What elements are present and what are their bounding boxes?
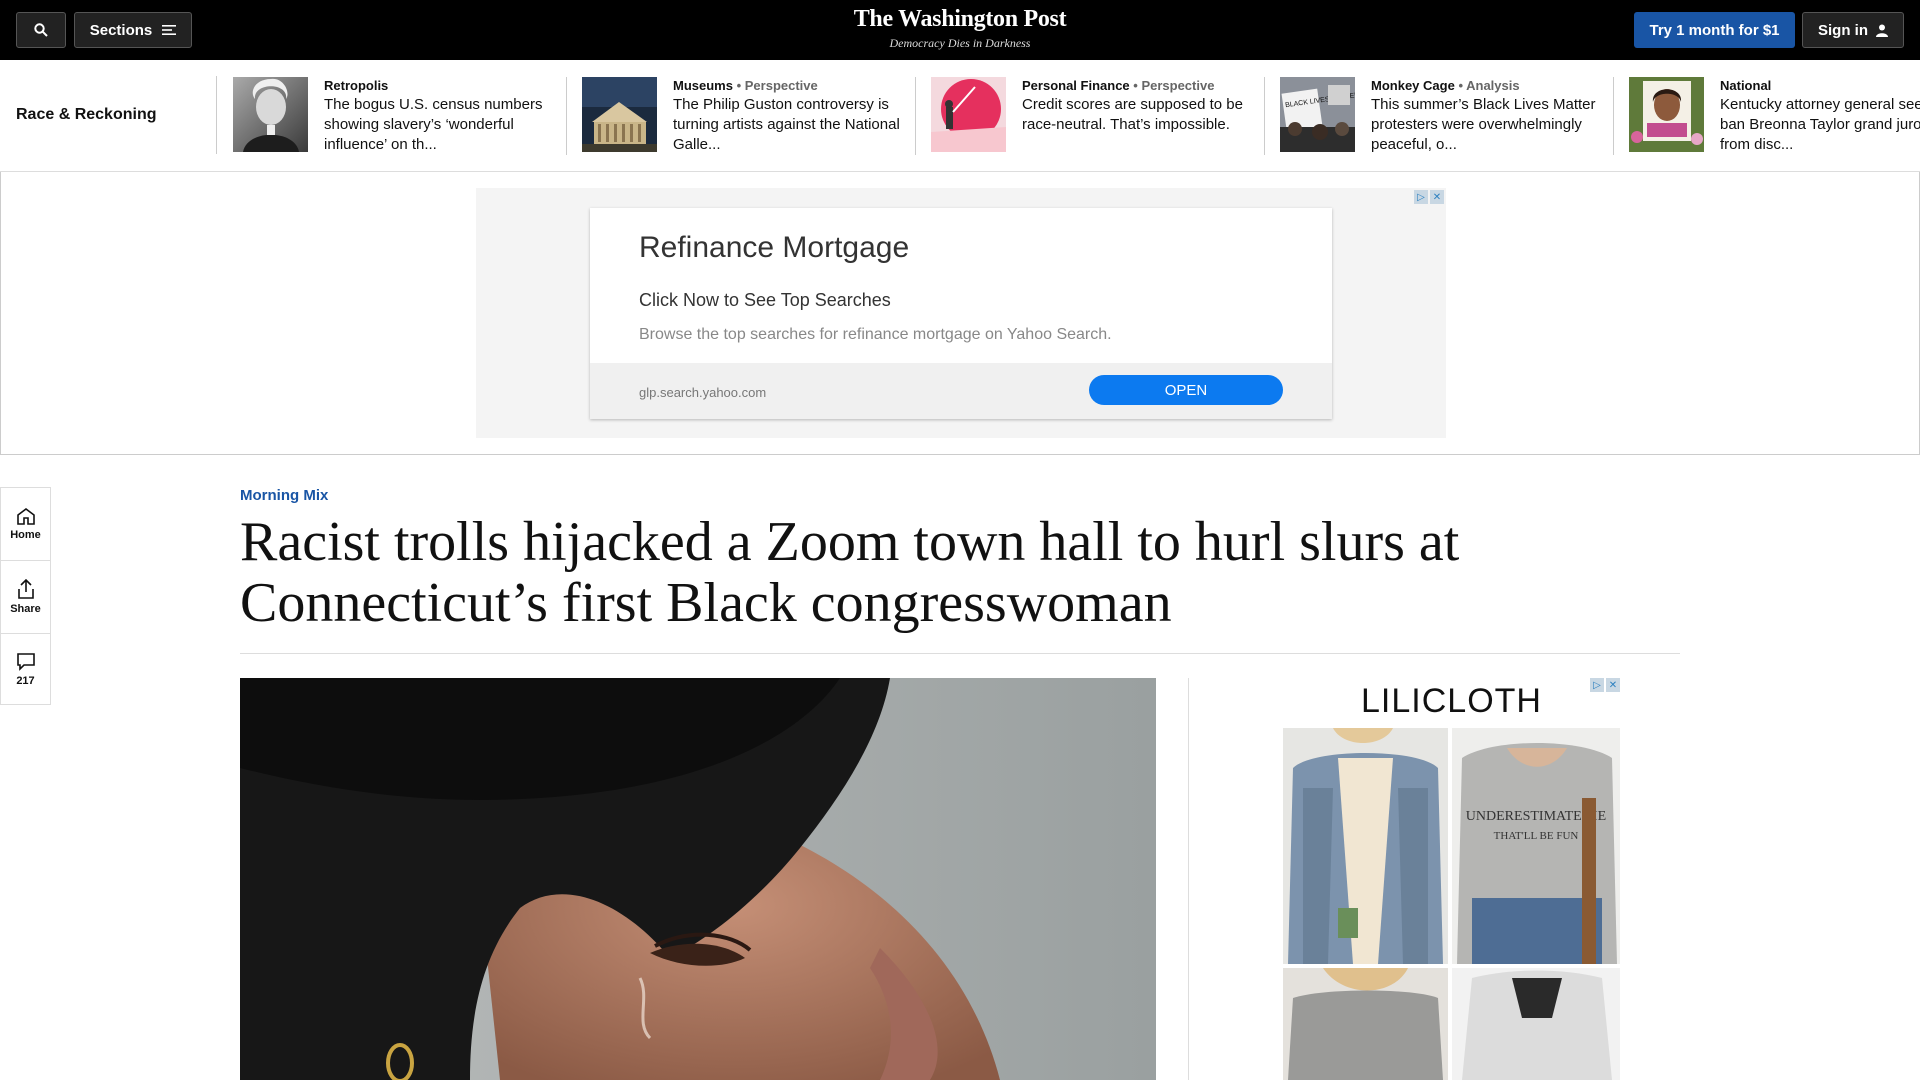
carousel-card[interactable]: BLACK LIVES MATTER Monkey Cage • Analysi…: [1264, 77, 1629, 155]
carousel-card[interactable]: Personal Finance • Perspective Credit sc…: [915, 77, 1280, 155]
top-nav-bar: Sections The Washington Post Democracy D…: [0, 0, 1920, 60]
share-label: Share: [10, 603, 41, 615]
card-headline[interactable]: Credit scores are supposed to be race-ne…: [1022, 95, 1252, 135]
card-thumbnail[interactable]: [582, 77, 657, 152]
card-thumbnail[interactable]: BLACK LIVES MATTER: [1280, 77, 1355, 152]
divider: [1613, 77, 1614, 155]
ad-description: Browse the top searches for refinance mo…: [639, 326, 1112, 343]
carousel-label[interactable]: Race & Reckoning: [16, 106, 156, 124]
divider: [1188, 678, 1189, 1080]
masthead-tagline: Democracy Dies in Darkness: [889, 36, 1031, 50]
card-thumbnail[interactable]: [1629, 77, 1704, 152]
hamburger-icon: [162, 25, 177, 35]
card-headline[interactable]: Kentucky attorney general seeks to ban B…: [1720, 95, 1920, 155]
race-reckoning-carousel: Race & Reckoning Retropolis The bogus U.…: [0, 60, 1920, 172]
adchoices[interactable]: ▷ ✕: [1590, 678, 1620, 692]
ad-footer: glp.search.yahoo.com OPEN: [590, 363, 1332, 419]
divider: [216, 76, 217, 154]
card-headline[interactable]: The Philip Guston controversy is turning…: [673, 95, 903, 155]
ad-title[interactable]: Refinance Mortgage: [639, 231, 909, 265]
sign-in-button[interactable]: Sign in: [1802, 12, 1904, 48]
comment-count: 217: [16, 675, 35, 687]
ad-open-button[interactable]: OPEN: [1089, 375, 1283, 405]
ad-brand-logo[interactable]: LILICLOTH: [1283, 682, 1620, 721]
card-thumbnail[interactable]: [233, 77, 308, 152]
share-button[interactable]: Share: [1, 561, 50, 633]
divider: [1264, 77, 1265, 155]
article-headline: Racist trolls hijacked a Zoom town hall …: [240, 511, 1460, 634]
close-icon[interactable]: ✕: [1430, 190, 1444, 204]
card-kicker: Museums • Perspective: [673, 78, 818, 93]
hero-image: [240, 678, 1156, 1080]
home-icon: [16, 508, 35, 525]
carousel-card[interactable]: National Kentucky attorney general seeks…: [1613, 77, 1920, 155]
card-kicker: National: [1720, 78, 1772, 93]
ad-product-image[interactable]: [1452, 968, 1620, 1080]
ad-banner[interactable]: ▷ ✕ Refinance Mortgage Click Now to See …: [476, 188, 1446, 438]
comment-icon: [16, 653, 35, 671]
ad-product-image[interactable]: UNDERESTIMATE ME THAT'LL BE FUN: [1452, 728, 1620, 964]
sections-button[interactable]: Sections: [74, 12, 192, 48]
card-kicker: Monkey Cage • Analysis: [1371, 78, 1520, 93]
card-headline[interactable]: The bogus U.S. census numbers showing sl…: [324, 95, 554, 155]
close-icon[interactable]: ✕: [1606, 678, 1620, 692]
carousel-card[interactable]: Retropolis The bogus U.S. census numbers…: [233, 77, 582, 155]
subscribe-button[interactable]: Try 1 month for $1: [1634, 12, 1795, 48]
shirt-text-2: THAT'LL BE FUN: [1494, 830, 1579, 842]
comments-button[interactable]: 217: [1, 634, 50, 706]
left-action-rail: Home Share 217: [0, 487, 51, 705]
ad-product-image[interactable]: [1283, 968, 1448, 1080]
search-button[interactable]: [16, 12, 66, 48]
adchoices[interactable]: ▷ ✕: [1414, 190, 1444, 204]
share-icon: [17, 579, 34, 599]
divider: [915, 77, 916, 155]
side-ad[interactable]: LILICLOTH ▷ ✕ UNDERESTIMATE ME THAT'LL B…: [1283, 678, 1620, 1080]
ad-subtitle[interactable]: Click Now to See Top Searches: [639, 290, 891, 311]
search-icon: [34, 23, 48, 37]
masthead-name: The Washington Post: [853, 6, 1067, 32]
adchoices-icon[interactable]: ▷: [1414, 190, 1428, 204]
article-kicker[interactable]: Morning Mix: [240, 487, 328, 504]
adchoices-icon[interactable]: ▷: [1590, 678, 1604, 692]
sign-in-label: Sign in: [1818, 21, 1868, 39]
divider: [566, 77, 567, 155]
card-kicker: Personal Finance • Perspective: [1022, 78, 1215, 93]
card-headline[interactable]: This summer’s Black Lives Matter protest…: [1371, 95, 1601, 155]
home-button[interactable]: Home: [1, 488, 50, 560]
masthead-logo[interactable]: The Washington Post Democracy Dies in Da…: [810, 6, 1110, 51]
sections-label: Sections: [89, 21, 153, 39]
ad-product-image[interactable]: [1283, 728, 1448, 964]
ad-card[interactable]: Refinance Mortgage Click Now to See Top …: [590, 208, 1332, 419]
user-icon: [1876, 24, 1888, 37]
divider: [240, 653, 1680, 654]
ad-url[interactable]: glp.search.yahoo.com: [639, 385, 766, 400]
card-thumbnail[interactable]: [931, 77, 1006, 152]
home-label: Home: [10, 529, 41, 541]
card-kicker: Retropolis: [324, 78, 389, 93]
carousel-card[interactable]: Museums • Perspective The Philip Guston …: [566, 77, 931, 155]
top-ad-container: ▷ ✕ Refinance Mortgage Click Now to See …: [0, 172, 1920, 455]
